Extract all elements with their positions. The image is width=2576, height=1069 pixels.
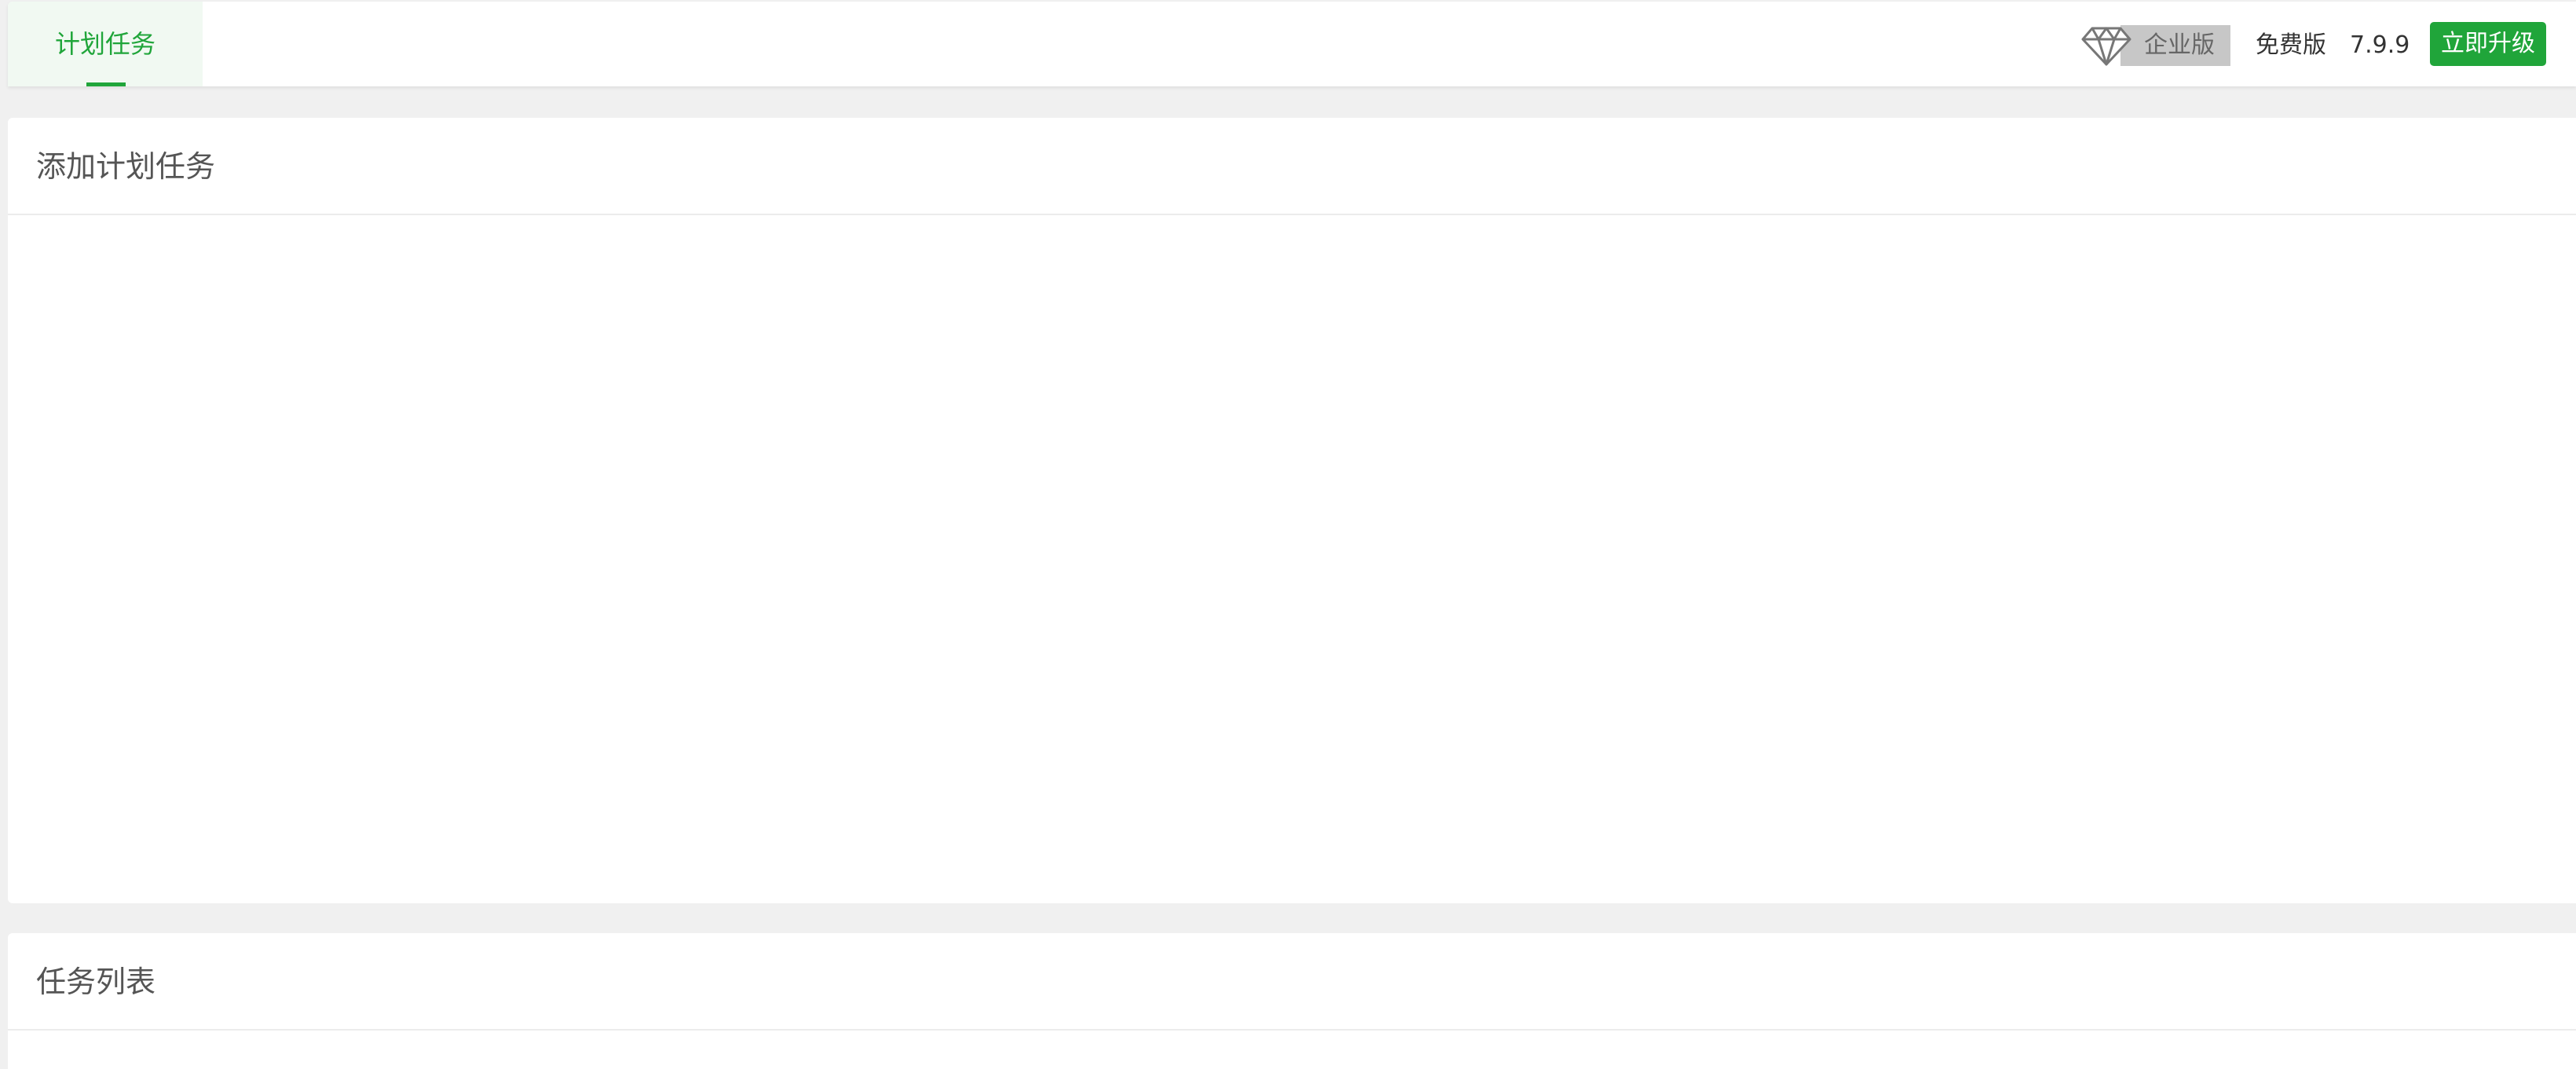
task-list-panel-title: 任务列表	[8, 933, 2576, 1031]
add-task-panel-title: 添加计划任务	[8, 118, 2576, 215]
task-list-panel: 任务列表	[8, 933, 2576, 1069]
top-bar: 计划任务 企业版 免费版 7.9.9 立即升级	[8, 2, 2576, 86]
diamond-icon	[2081, 27, 2131, 66]
free-edition-label: 免费版	[2256, 31, 2326, 59]
add-task-panel: 添加计划任务	[8, 118, 2576, 903]
version-number: 7.9.9	[2350, 31, 2410, 59]
tab-scheduled-tasks[interactable]: 计划任务	[8, 2, 203, 86]
upgrade-now-button[interactable]: 立即升级	[2430, 22, 2546, 66]
enterprise-badge-label: 企业版	[2144, 31, 2215, 59]
tab-active-indicator	[86, 82, 126, 86]
enterprise-edition-badge[interactable]: 企业版	[2081, 25, 2230, 66]
tab-label: 计划任务	[54, 29, 156, 59]
